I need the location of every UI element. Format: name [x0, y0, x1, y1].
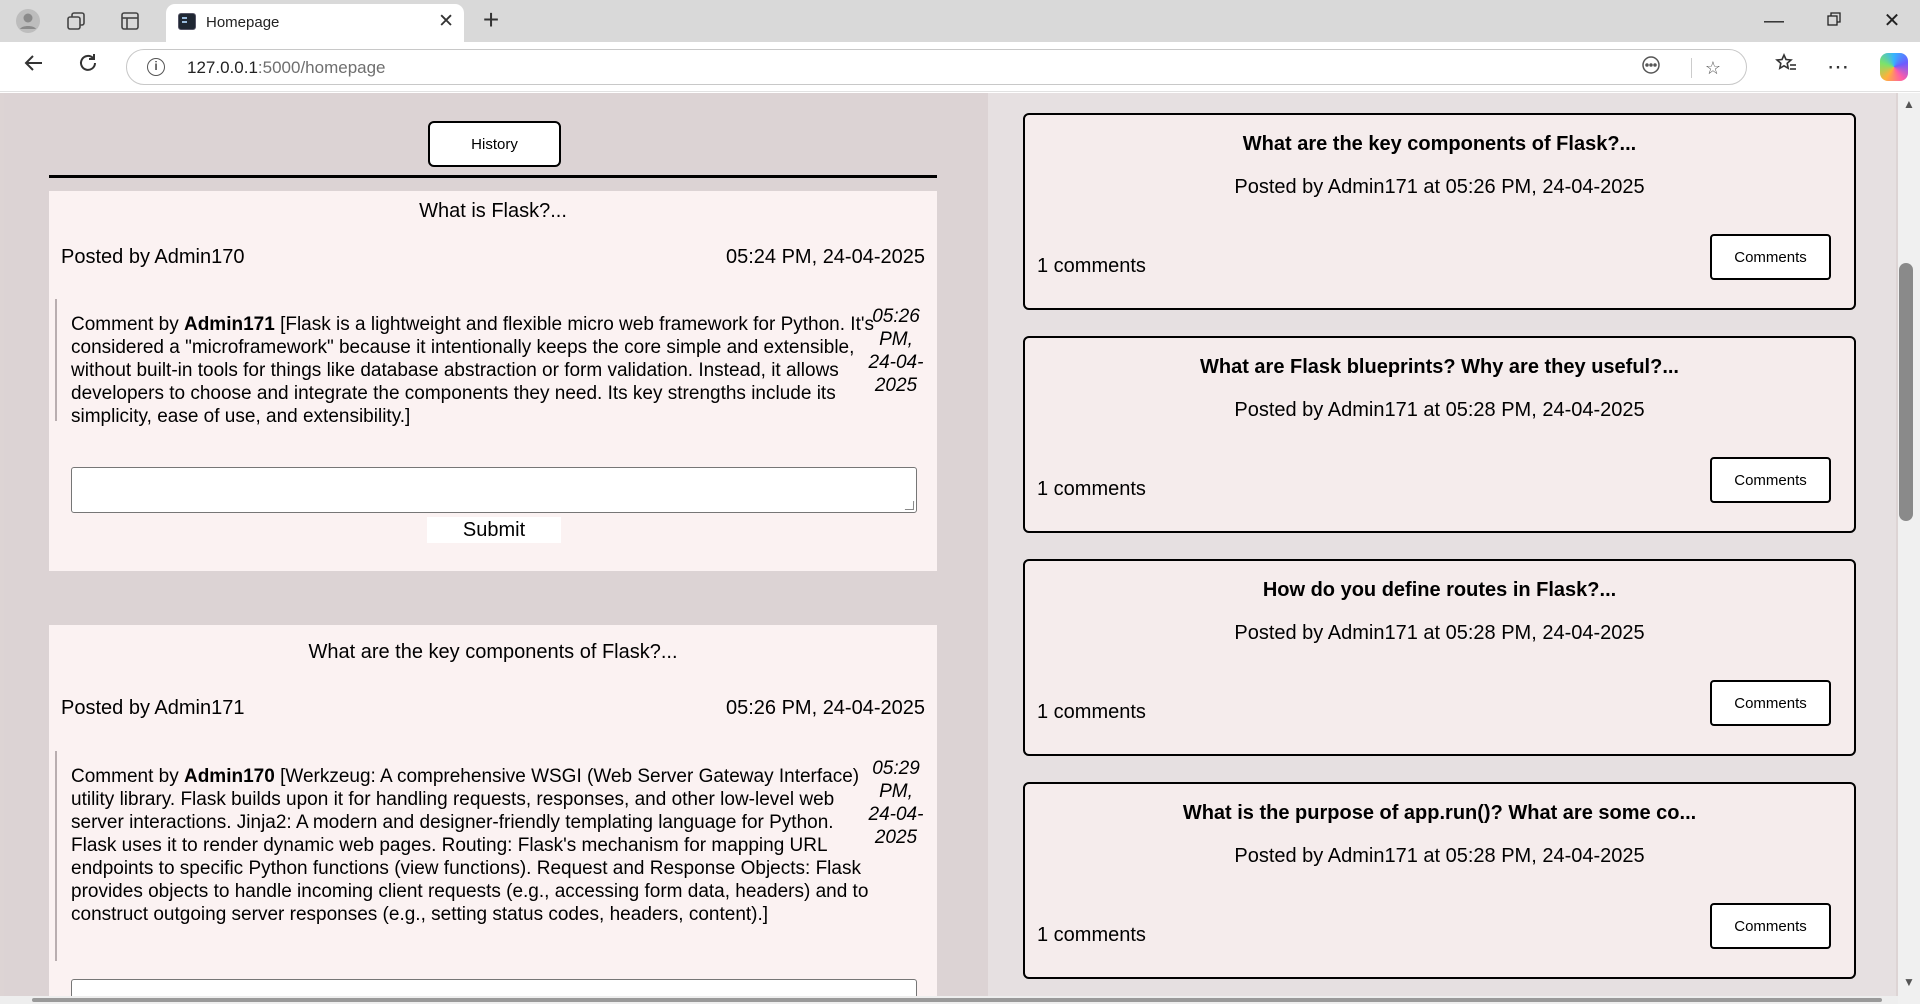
- post-card: What is the purpose of app.run()? What a…: [1023, 782, 1856, 979]
- comment-author: Admin171: [183, 314, 275, 335]
- question-title: What are the key components of Flask?...: [308, 641, 678, 663]
- workspaces-icon[interactable]: [56, 8, 96, 34]
- question-card: What are the key components of Flask?...…: [49, 625, 937, 1004]
- comments-button[interactable]: Comments: [1710, 457, 1831, 503]
- comment-author: Admin170: [183, 766, 275, 787]
- browser-tab-bar: Homepage ✕ + — ✕: [0, 0, 1920, 42]
- divider: [49, 175, 937, 178]
- star-icon[interactable]: ☆: [1699, 55, 1727, 81]
- question-author: Posted by Admin170: [61, 246, 245, 268]
- comments-button[interactable]: Comments: [1710, 903, 1831, 949]
- profile-icon[interactable]: [8, 8, 48, 34]
- tab-homepage[interactable]: Homepage ✕: [166, 4, 464, 42]
- vertical-scrollbar-thumb[interactable]: [1899, 263, 1913, 521]
- comment-text: Comment by Admin170 [Werkzeug: A compreh…: [71, 766, 869, 925]
- vertical-scrollbar-track[interactable]: [1898, 93, 1920, 1004]
- post-card: What are Flask blueprints? Why are they …: [1023, 336, 1856, 533]
- scroll-down-icon[interactable]: ▼: [1898, 975, 1920, 989]
- url-divider: [1691, 58, 1692, 78]
- tab-title: Homepage: [206, 14, 280, 31]
- reload-icon[interactable]: [70, 51, 106, 83]
- comments-button[interactable]: Comments: [1710, 234, 1831, 280]
- question-author: Posted by Admin171: [61, 697, 245, 719]
- post-meta: Posted by Admin171 at 05:28 PM, 24-04-20…: [1234, 622, 1645, 644]
- address-bar[interactable]: i 127.0.0.1:5000/homepage ☆: [126, 49, 1747, 85]
- questions-column: History What is Flask?... Posted by Admi…: [4, 93, 988, 1004]
- post-card: How do you define routes in Flask?... Po…: [1023, 559, 1856, 756]
- comment-text: Comment by Admin171 [Flask is a lightwei…: [71, 314, 874, 427]
- comment-item: Comment by Admin171 [Flask is a lightwei…: [55, 299, 931, 427]
- question-time: 05:26 PM, 24-04-2025: [725, 697, 925, 719]
- post-card: What are the key components of Flask?...…: [1023, 113, 1856, 310]
- copilot-icon[interactable]: [1880, 53, 1908, 81]
- comment-time: 05:29 PM, 24-04-2025: [868, 758, 924, 848]
- favorites-icon[interactable]: [1768, 51, 1804, 83]
- comment-count: 1 comments: [1037, 924, 1146, 946]
- read-aloud-icon[interactable]: [1637, 55, 1665, 81]
- post-title: What are the key components of Flask?...: [1242, 133, 1637, 155]
- history-button[interactable]: History: [428, 121, 561, 167]
- post-meta: Posted by Admin171 at 05:28 PM, 24-04-20…: [1234, 845, 1645, 867]
- question-time: 05:24 PM, 24-04-2025: [725, 246, 925, 268]
- restore-icon[interactable]: [1806, 6, 1862, 36]
- new-tab-icon[interactable]: +: [474, 6, 508, 36]
- horizontal-scrollbar-thumb[interactable]: [32, 998, 1882, 1002]
- comment-count: 1 comments: [1037, 255, 1146, 277]
- comment-item: Comment by Admin170 [Werkzeug: A compreh…: [55, 751, 931, 961]
- more-icon[interactable]: ⋯: [1820, 51, 1856, 83]
- question-title: What is Flask?...: [419, 200, 567, 222]
- post-title: What is the purpose of app.run()? What a…: [1182, 802, 1697, 824]
- comment-textarea[interactable]: [71, 467, 917, 513]
- site-info-icon[interactable]: i: [147, 58, 165, 76]
- submit-button[interactable]: Submit: [427, 517, 561, 543]
- close-tab-icon[interactable]: ✕: [438, 11, 454, 33]
- comments-button[interactable]: Comments: [1710, 680, 1831, 726]
- comment-count: 1 comments: [1037, 478, 1146, 500]
- posts-column: What are the key components of Flask?...…: [988, 93, 1896, 1004]
- post-title: How do you define routes in Flask?...: [1262, 579, 1617, 601]
- terminal-favicon-icon: [178, 13, 196, 30]
- url-text[interactable]: 127.0.0.1:5000/homepage: [187, 58, 386, 78]
- page-viewport: History What is Flask?... Posted by Admi…: [0, 93, 1920, 1004]
- post-meta: Posted by Admin171 at 05:26 PM, 24-04-20…: [1234, 176, 1645, 198]
- close-window-icon[interactable]: ✕: [1864, 6, 1920, 36]
- comment-time: 05:26 PM, 24-04-2025: [868, 306, 924, 396]
- back-icon[interactable]: [16, 51, 52, 83]
- tab-actions-icon[interactable]: [110, 8, 150, 34]
- post-meta: Posted by Admin171 at 05:28 PM, 24-04-20…: [1234, 399, 1645, 421]
- comment-count: 1 comments: [1037, 701, 1146, 723]
- minimize-icon[interactable]: —: [1746, 6, 1802, 36]
- browser-toolbar: i 127.0.0.1:5000/homepage ☆ ⋯: [0, 42, 1920, 92]
- post-title: What are Flask blueprints? Why are they …: [1200, 356, 1679, 378]
- scroll-up-icon[interactable]: ▲: [1898, 97, 1920, 111]
- question-card: What is Flask?... Posted by Admin170 05:…: [49, 191, 937, 571]
